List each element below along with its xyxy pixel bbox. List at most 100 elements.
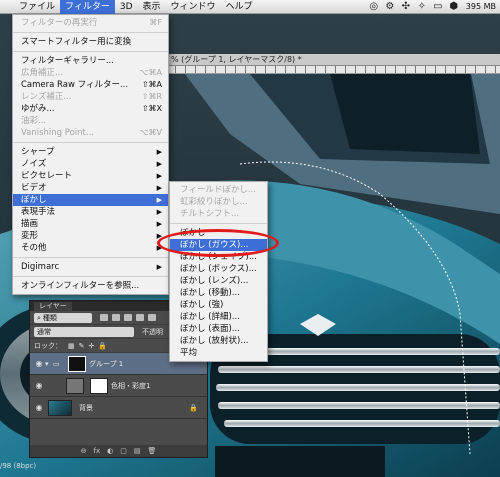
blur-submenu-item[interactable]: ぼかし (シェイプ)... — [170, 251, 267, 263]
eye-icon[interactable]: ◉ — [33, 403, 45, 412]
blur-submenu-item[interactable]: 平均 — [170, 347, 267, 359]
filter-menu-item[interactable]: オンラインフィルターを参照... — [13, 280, 168, 292]
submenu-arrow-icon: ▶ — [156, 148, 162, 156]
magic-icon[interactable]: ✧ — [416, 1, 428, 13]
filter-menu-item[interactable]: 描画 ▶ — [13, 218, 168, 230]
menu-separator — [13, 142, 168, 143]
apple-menu[interactable] — [0, 0, 14, 14]
display-icon[interactable]: ▭ — [432, 1, 444, 13]
blend-mode-select[interactable]: 通常 — [34, 326, 134, 337]
adjustment-mask-thumbnail[interactable] — [90, 377, 108, 394]
filter-menu-item: Vanishing Point... ⌥⌘V — [13, 127, 168, 139]
disclosure-triangle-icon[interactable]: ▾ — [45, 360, 53, 368]
blur-submenu-item-label: ぼかし (ボックス)... — [180, 264, 257, 274]
blur-submenu: フィールドぼかし... 虹彩絞りぼかし... チルトシフト... ぼかし ぼかし (ガウ… — [169, 181, 268, 362]
gear-icon[interactable]: ⚙ — [384, 1, 396, 13]
blur-submenu-item[interactable]: ぼかし (ガウス)... — [170, 239, 267, 251]
filter-menu-item[interactable]: ピクセレート ▶ — [13, 170, 168, 182]
filter-menu-item-label: 描画 — [21, 219, 39, 229]
filter-menu-item[interactable]: ぼかし ▶ — [13, 194, 168, 206]
filter-menu-item[interactable]: ゆがみ... ⇧⌘X — [13, 103, 168, 115]
filter-menu-item[interactable]: Digimarc ▶ — [13, 261, 168, 273]
filter-menu-item[interactable]: スマートフィルター用に変換 — [13, 36, 168, 48]
blur-submenu-item-label: ぼかし (レンズ)... — [180, 276, 249, 286]
pixel-filter-icon[interactable] — [100, 314, 108, 321]
background-thumbnail[interactable] — [48, 399, 72, 416]
memory-icon[interactable]: ⬢ — [448, 1, 460, 13]
adjustment-thumbnail[interactable] — [66, 377, 84, 394]
blur-submenu-item[interactable]: ぼかし (表面)... — [170, 323, 267, 335]
filter-menu-item[interactable]: ビデオ ▶ — [13, 182, 168, 194]
menu-filter[interactable]: フィルター — [60, 0, 115, 14]
filter-menu-item: 油彩... — [13, 115, 168, 127]
filter-menu-item-label: 変形 — [21, 231, 39, 241]
layer-mask-thumbnail[interactable] — [68, 355, 86, 372]
link-icon[interactable]: ⊖ — [81, 447, 87, 455]
filter-menu-item-label: フィルターの再実行 — [21, 18, 98, 28]
submenu-arrow-icon: ▶ — [156, 172, 162, 180]
filter-menu-item-label: Vanishing Point... — [21, 128, 94, 138]
menu-help[interactable]: ヘルプ — [221, 0, 258, 14]
target-icon[interactable]: ◎ — [368, 1, 380, 13]
eye-icon[interactable]: ◉ — [33, 381, 45, 390]
filter-menu-item-label: レンズ補正... — [21, 92, 72, 102]
blur-submenu-item-label: ぼかし (ガウス)... — [180, 240, 249, 250]
filter-menu-item[interactable]: 変形 ▶ — [13, 230, 168, 242]
layers-footer: ⊖ fx ◐ ▢ ▤ 🗑 — [30, 445, 207, 457]
submenu-arrow-icon: ▶ — [156, 196, 162, 204]
menu-3d[interactable]: 3D — [115, 0, 138, 14]
blur-submenu-item[interactable]: ぼかし (レンズ)... — [170, 275, 267, 287]
adjustment-icon[interactable]: ▢ — [120, 447, 127, 455]
blur-submenu-item: 虹彩絞りぼかし... — [170, 196, 267, 208]
submenu-arrow-icon: ▶ — [156, 160, 162, 168]
filter-menu-item[interactable]: シャープ ▶ — [13, 146, 168, 158]
filter-menu-item[interactable]: ノイズ ▶ — [13, 158, 168, 170]
fx-icon[interactable]: fx — [94, 447, 101, 455]
layers-tab[interactable]: レイヤー — [34, 301, 72, 311]
menu-file[interactable]: ファイル — [14, 0, 60, 14]
layer-row-background[interactable]: ◉ 背景 🔒 — [30, 397, 207, 419]
layer-name[interactable]: 背景 — [79, 403, 93, 413]
menu-window[interactable]: ウィンドウ — [166, 0, 221, 14]
blur-submenu-item[interactable]: ぼかし (強) — [170, 299, 267, 311]
trash-icon[interactable]: 🗑 — [147, 447, 156, 455]
filter-icons — [100, 314, 156, 321]
mask-icon[interactable]: ◐ — [107, 447, 113, 455]
document-tab[interactable]: % (グループ 1, レイヤーマスク/8) * — [165, 54, 500, 66]
blur-submenu-item-label: ぼかし (詳細)... — [180, 312, 240, 322]
adjustment-filter-icon[interactable] — [112, 314, 120, 321]
filter-menu-item: レンズ補正... ⇧⌘R — [13, 91, 168, 103]
blur-submenu-item: チルトシフト... — [170, 208, 267, 220]
menu-shortcut: ⇧⌘R — [141, 92, 162, 101]
blur-submenu-item-label: ぼかし (放射状)... — [180, 336, 249, 346]
filter-menu-item[interactable]: 表現手法 ▶ — [13, 206, 168, 218]
filter-menu-item[interactable]: Camera Raw フィルター... ⇧⌘A — [13, 79, 168, 91]
filter-menu-item-label: スマートフィルター用に変換 — [21, 37, 132, 47]
menu-shortcut: ⌥⌘A — [139, 68, 162, 77]
new-group-icon[interactable]: ▤ — [134, 447, 141, 455]
layer-name[interactable]: グループ 1 — [89, 359, 123, 369]
blur-submenu-item-label: ぼかし (強) — [180, 300, 224, 310]
fan-icon[interactable]: ✣ — [400, 1, 412, 13]
layer-name[interactable]: 色相・彩度1 — [111, 381, 150, 391]
shape-filter-icon[interactable] — [136, 314, 144, 321]
type-filter-icon[interactable] — [124, 314, 132, 321]
blur-submenu-item[interactable]: ぼかし (放射状)... — [170, 335, 267, 347]
kind-filter-select[interactable]: ⌕ 種類 — [34, 312, 92, 323]
blur-submenu-item[interactable]: ぼかし (詳細)... — [170, 311, 267, 323]
filter-menu-item: 広角補正... ⌥⌘A — [13, 67, 168, 79]
filter-menu-item[interactable]: その他 ▶ — [13, 242, 168, 254]
blur-submenu-item[interactable]: ぼかし (ボックス)... — [170, 263, 267, 275]
blur-submenu-item[interactable]: ぼかし — [170, 227, 267, 239]
eye-icon[interactable]: ◉ — [33, 359, 45, 368]
lock-icon: 🔒 — [189, 403, 198, 412]
lock-icons[interactable]: ▦✎✛🔒 — [68, 342, 111, 350]
filter-menu: フィルターの再実行 ⌘F スマートフィルター用に変換 フィルターギャラリー... 広角補… — [12, 14, 169, 295]
filter-menu-item[interactable]: フィルターギャラリー... — [13, 55, 168, 67]
layer-row-adjustment[interactable]: ◉ 色相・彩度1 — [30, 375, 207, 397]
submenu-arrow-icon: ▶ — [156, 208, 162, 216]
blur-submenu-item[interactable]: ぼかし (移動)... — [170, 287, 267, 299]
menu-view[interactable]: 表示 — [138, 0, 166, 14]
document-status: /98 (8bpc) — [0, 462, 37, 470]
smart-filter-icon[interactable] — [148, 314, 156, 321]
